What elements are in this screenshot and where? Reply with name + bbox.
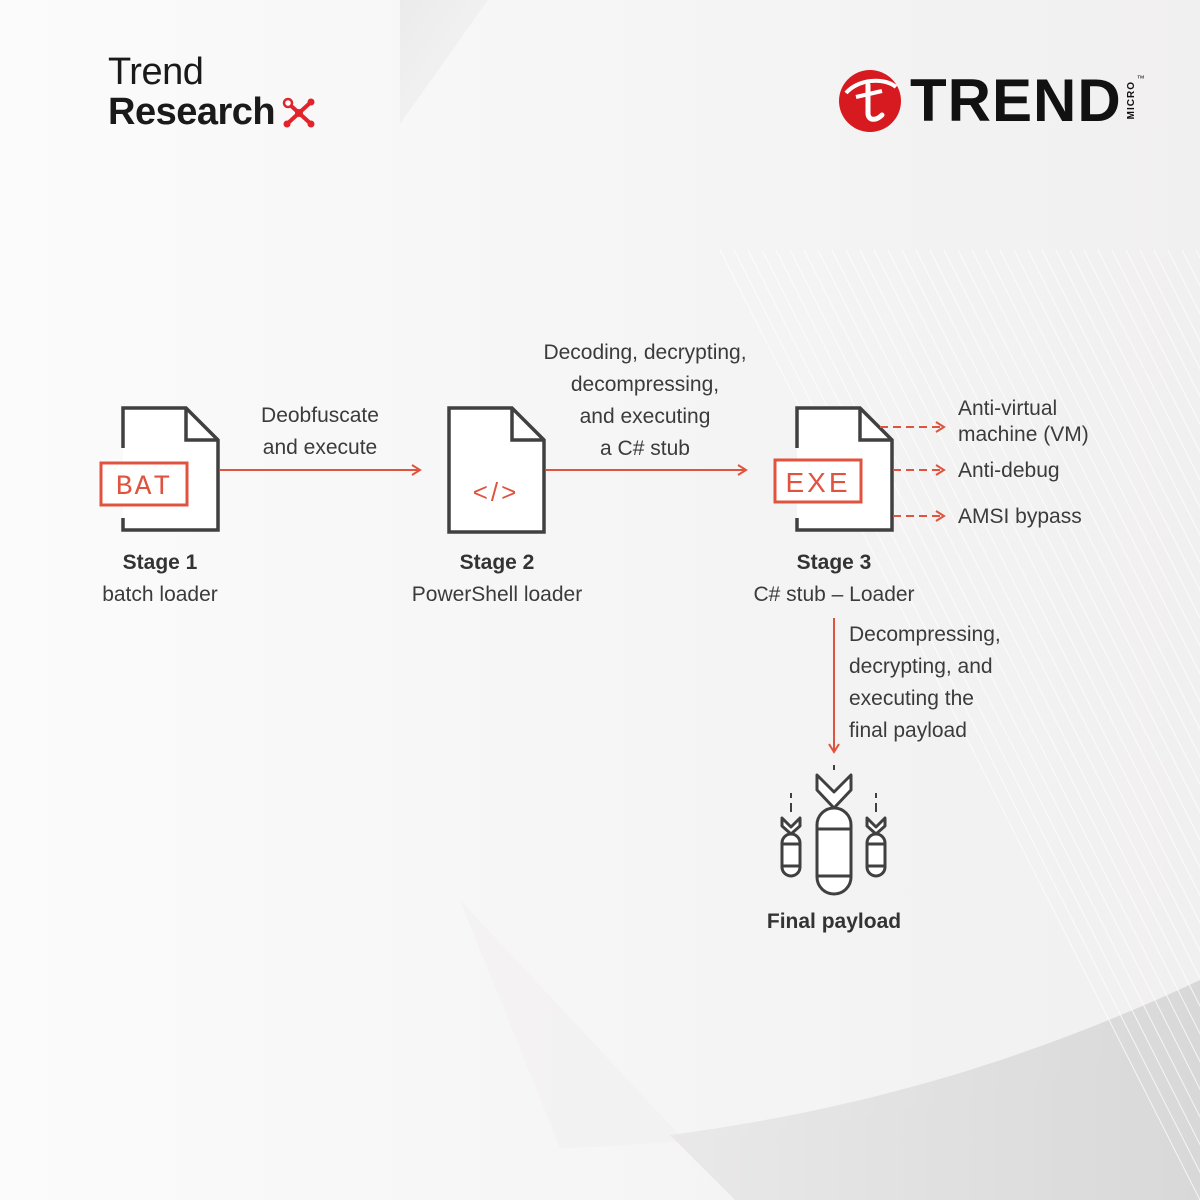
feature-anti-vm-line-1: Anti-virtual xyxy=(958,397,1058,420)
transition-label-3: Decompressing, decrypting, and executing… xyxy=(849,619,1001,747)
stage-2-subtitle: PowerShell loader xyxy=(411,583,583,606)
transition-2-line-3: and executing xyxy=(579,405,711,428)
logo-line-2: Research xyxy=(108,91,276,133)
network-node-icon xyxy=(282,97,315,128)
bat-badge: BAT xyxy=(116,472,172,503)
trend-wordmark: TREND xyxy=(910,67,1122,134)
logo-line-2-wrap: Research xyxy=(108,92,317,132)
feature-anti-vm: Anti-virtual machine (VM) xyxy=(958,396,1089,448)
feature-amsi-bypass-line-1: AMSI bypass xyxy=(958,505,1082,528)
transition-3-line-2: decrypting, and xyxy=(849,655,993,678)
transition-2-line-1: Decoding, decrypting, xyxy=(543,341,747,364)
stage-3-subtitle: C# stub – Loader xyxy=(753,583,915,606)
feature-anti-debug-line-1: Anti-debug xyxy=(958,459,1060,482)
transition-3-line-4: final payload xyxy=(849,719,967,742)
code-badge: </> xyxy=(473,477,520,507)
micro-wordmark: MICRO xyxy=(1125,81,1137,120)
transition-1-line-1: Deobfuscate xyxy=(261,404,379,427)
stage-1-title: Stage 1 xyxy=(122,551,198,574)
stage-2-title: Stage 2 xyxy=(459,551,535,574)
bombs-icon xyxy=(780,765,887,896)
feature-amsi-bypass: AMSI bypass xyxy=(958,501,1082,533)
stage-3-title: Stage 3 xyxy=(796,551,872,574)
transition-3-line-3: executing the xyxy=(849,687,974,710)
trend-micro-logo: TREND MICRO ™ xyxy=(838,66,1145,135)
transition-3-line-1: Decompressing, xyxy=(849,623,1001,646)
final-payload-title: Final payload xyxy=(766,910,902,933)
stage-2-caption: Stage 2 PowerShell loader xyxy=(377,547,617,611)
transition-1-line-2: and execute xyxy=(262,436,378,459)
transition-label-2: Decoding, decrypting, decompressing, and… xyxy=(520,337,770,465)
stage-1-caption: Stage 1 batch loader xyxy=(60,547,260,611)
feature-anti-debug: Anti-debug xyxy=(958,455,1060,487)
logo-line-1: Trend xyxy=(108,51,204,93)
feature-anti-vm-line-2: machine (VM) xyxy=(958,423,1089,446)
stage-1-subtitle: batch loader xyxy=(102,583,218,606)
bat-file-icon xyxy=(99,406,220,532)
transition-2-line-2: decompressing, xyxy=(570,373,720,396)
exe-badge: EXE xyxy=(785,467,850,498)
transition-label-1: Deobfuscate and execute xyxy=(230,400,410,464)
stage-3-caption: Stage 3 C# stub – Loader xyxy=(714,547,954,611)
transition-2-line-4: a C# stub xyxy=(600,437,690,460)
trend-research-logo: Trend Research xyxy=(108,52,317,132)
trend-micro-ball-icon xyxy=(839,69,901,132)
trademark-symbol: ™ xyxy=(1136,74,1145,83)
